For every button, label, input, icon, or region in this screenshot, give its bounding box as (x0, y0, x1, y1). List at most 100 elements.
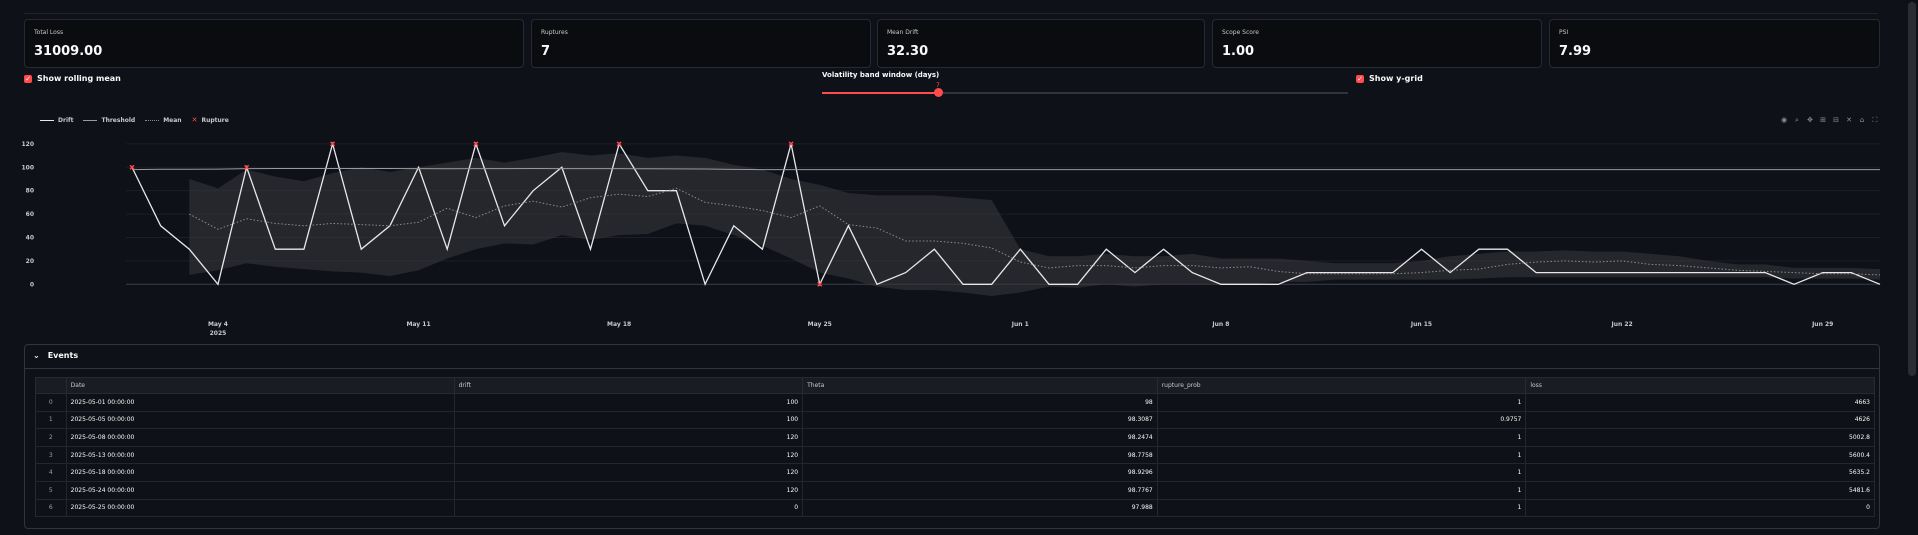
row-index: 2 (35, 428, 67, 447)
autoscale-icon[interactable]: ✕ (1844, 116, 1854, 125)
table-cell: 0.9757 (1157, 411, 1527, 430)
check-icon: ✓ (1356, 74, 1364, 83)
row-index: 6 (35, 499, 67, 518)
chart-toolbar: ◉ ⌕ ✥ ⊞ ⊟ ✕ ⌂ ⛶ (1779, 116, 1880, 125)
x-tick-label: Jun 22 (1610, 321, 1632, 328)
y-grid-checkbox[interactable]: ✓ Show y-grid (1356, 74, 1423, 83)
table-cell: 2025-05-08 00:00:00 (66, 428, 455, 447)
x-tick-label: May 25 (808, 321, 832, 328)
events-title: Events (47, 351, 79, 360)
table-cell: 2025-05-01 00:00:00 (66, 393, 455, 412)
zoom-in-icon[interactable]: ⊞ (1818, 116, 1828, 125)
metric-card-total-loss: Total Loss 31009.00 (24, 19, 524, 68)
table-row[interactable]: 3 2025-05-13 00:00:00 120 98.7758 1 5600.4 (35, 446, 1875, 465)
table-cell: 100 (454, 393, 804, 412)
table-cell: 98.7758 (802, 446, 1158, 465)
metric-label: Ruptures (541, 29, 568, 36)
table-cell: 100 (454, 411, 804, 430)
rolling-mean-checkbox[interactable]: ✓ Show rolling mean (24, 74, 121, 83)
table-cell: 98.3087 (802, 411, 1158, 430)
metric-card-scope-score: Scope Score 1.00 (1212, 19, 1542, 68)
column-header[interactable]: rupture_prob (1157, 377, 1527, 394)
series-line-threshold (131, 167, 1880, 171)
pan-icon[interactable]: ✥ (1805, 116, 1815, 125)
table-cell: 5002.8 (1525, 428, 1875, 447)
y-tick-label: 100 (21, 164, 34, 171)
table-cell: 2025-05-13 00:00:00 (66, 446, 455, 465)
slider-thumb[interactable] (933, 88, 943, 97)
table-cell: 2025-05-18 00:00:00 (66, 463, 455, 482)
row-index: 0 (35, 393, 67, 412)
zoom-icon[interactable]: ⌕ (1792, 116, 1802, 125)
metric-value: 7 (541, 44, 551, 59)
table-cell: 98 (802, 393, 1158, 412)
metric-label: Total Loss (34, 29, 64, 36)
table-cell: 1 (1157, 499, 1527, 518)
chevron-down-icon: ⌄ (33, 351, 40, 360)
row-index: 1 (35, 411, 67, 430)
metric-label: PSI (1559, 29, 1569, 36)
x-tick-label: May 18 (607, 321, 631, 328)
table-cell: 98.2474 (802, 428, 1158, 447)
metric-label: Scope Score (1222, 29, 1259, 36)
expander-divider (25, 368, 1879, 369)
table-cell: 4663 (1525, 393, 1875, 412)
table-cell: 4626 (1525, 411, 1875, 430)
table-cell: 2025-05-05 00:00:00 (66, 411, 455, 430)
legend-item-rupture[interactable]: ✕ Rupture (192, 116, 229, 124)
table-cell: 1 (1157, 428, 1527, 447)
column-header[interactable]: Theta (802, 377, 1158, 394)
slider-label: Volatility band window (days) (822, 71, 940, 79)
metric-value: 1.00 (1222, 44, 1255, 59)
fullscreen-icon[interactable]: ⛶ (1870, 116, 1880, 125)
volatility-slider[interactable] (822, 88, 1348, 97)
table-cell: 2025-05-25 00:00:00 (66, 499, 455, 518)
table-cell: 5635.2 (1525, 463, 1875, 482)
events-header[interactable]: ⌄ Events (33, 351, 78, 360)
table-cell: 0 (454, 499, 804, 518)
table-row[interactable]: 5 2025-05-24 00:00:00 120 98.7767 1 5481.6 (35, 481, 1875, 500)
check-icon: ✓ (24, 74, 32, 83)
zoom-out-icon[interactable]: ⊟ (1831, 116, 1841, 125)
column-header[interactable]: drift (454, 377, 804, 394)
page-scrollbar[interactable] (1908, 2, 1916, 376)
rolling-mean-label: Show rolling mean (37, 74, 121, 83)
y-tick-label: 60 (26, 211, 34, 218)
slider-fill (822, 92, 938, 94)
y-tick-label: 120 (21, 141, 34, 148)
table-cell: 1 (1157, 446, 1527, 465)
table-cell: 120 (454, 428, 804, 447)
table-row[interactable]: 2 2025-05-08 00:00:00 120 98.2474 1 5002.8 (35, 428, 1875, 447)
camera-icon[interactable]: ◉ (1779, 116, 1789, 125)
x-tick-label: May 4 (208, 321, 228, 328)
metric-card-psi: PSI 7.99 (1549, 19, 1880, 68)
metric-card-ruptures: Ruptures 7 (531, 19, 871, 68)
table-row[interactable]: 4 2025-05-18 00:00:00 120 98.9296 1 5635.2 (35, 463, 1875, 482)
top-divider (24, 13, 1878, 14)
column-header[interactable] (35, 377, 67, 394)
y-tick-label: 40 (26, 234, 34, 241)
table-cell: 0 (1525, 499, 1875, 518)
home-icon[interactable]: ⌂ (1857, 116, 1867, 125)
x-tick-label: Jun 1 (1011, 321, 1029, 328)
table-row[interactable]: 6 2025-05-25 00:00:00 0 97.988 1 0 (35, 499, 1875, 518)
row-index: 5 (35, 481, 67, 500)
table-cell: 1 (1157, 481, 1527, 500)
table-row[interactable]: 1 2025-05-05 00:00:00 100 98.3087 0.9757 4626 (35, 411, 1875, 430)
x-tick-label: Jun 15 (1410, 321, 1432, 328)
y-tick-label: 20 (26, 258, 34, 265)
drift-chart[interactable]: 0 20 40 60 80 100 120 May 4 2025 May 11 May 18 May … (0, 126, 1900, 341)
legend-item-threshold[interactable]: Threshold (83, 117, 135, 124)
metric-card-mean-drift: Mean Drift 32.30 (877, 19, 1205, 68)
legend-item-mean[interactable]: Mean (145, 117, 182, 124)
events-table[interactable]: Date drift Theta rupture_prob loss 0 2025-05-… (35, 377, 1875, 518)
legend-item-drift[interactable]: Drift (40, 117, 73, 124)
metric-label: Mean Drift (887, 29, 919, 36)
table-row[interactable]: 0 2025-05-01 00:00:00 100 98 1 4663 (35, 393, 1875, 412)
metric-value: 32.30 (887, 44, 929, 59)
column-header[interactable]: Date (66, 377, 455, 394)
column-header[interactable]: loss (1525, 377, 1875, 394)
table-cell: 120 (454, 446, 804, 465)
row-index: 3 (35, 446, 67, 465)
table-cell: 5600.4 (1525, 446, 1875, 465)
